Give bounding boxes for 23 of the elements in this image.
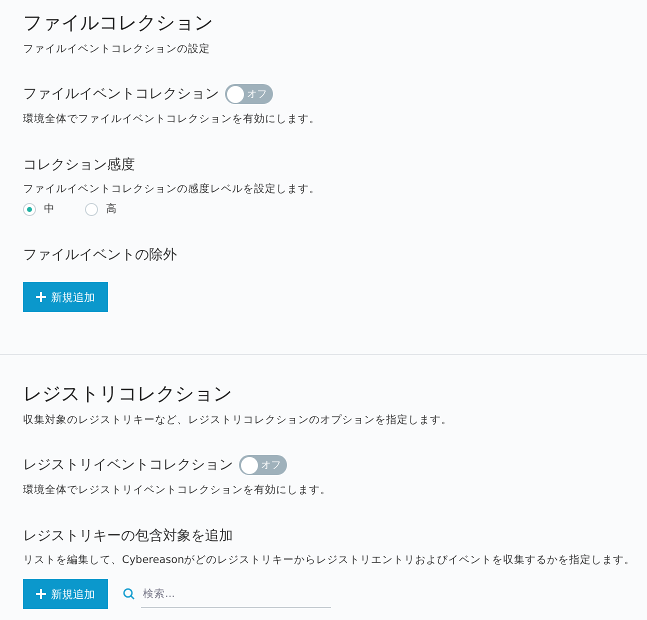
setting-label: レジストリイベントコレクション — [23, 456, 233, 474]
setting-label: コレクション感度 — [23, 157, 135, 173]
section-subtitle: ファイルイベントコレクションの設定 — [23, 42, 211, 56]
search-icon — [123, 588, 135, 600]
section-title: レジストリコレクション — [23, 382, 233, 407]
setting-description: リストを編集して、Cybereasonがどのレジストリキーからレジストリエントリおよびイベントを収集するかを指定します。 — [23, 553, 636, 567]
setting-label: ファイルイベントコレクション — [23, 85, 219, 103]
setting-description: 環境全体でレジストリイベントコレクションを有効にします。 — [23, 483, 332, 497]
toggle-switch[interactable]: オフ — [239, 455, 287, 475]
toggle-switch[interactable]: オフ — [225, 84, 273, 104]
setting-label: ファイルイベントの除外 — [23, 247, 177, 263]
section-subtitle: 収集対象のレジストリキーなど、レジストリコレクションのオプションを指定します。 — [23, 413, 453, 427]
radio-option[interactable]: 高 — [85, 202, 117, 216]
search-field[interactable]: 検索... — [141, 580, 331, 608]
add-new-button[interactable]: 新規追加 — [23, 579, 108, 609]
section-title: ファイルコレクション — [23, 11, 214, 36]
setting-description: 環境全体でファイルイベントコレクションを有効にします。 — [23, 112, 321, 126]
plus-icon — [36, 589, 46, 599]
setting-description: ファイルイベントコレクションの感度レベルを設定します。 — [23, 182, 321, 196]
radio-option[interactable]: 中 — [23, 202, 55, 216]
add-new-button[interactable]: 新規追加 — [23, 282, 108, 312]
plus-icon — [36, 292, 46, 302]
setting-label: レジストリキーの包含対象を追加 — [23, 528, 233, 544]
